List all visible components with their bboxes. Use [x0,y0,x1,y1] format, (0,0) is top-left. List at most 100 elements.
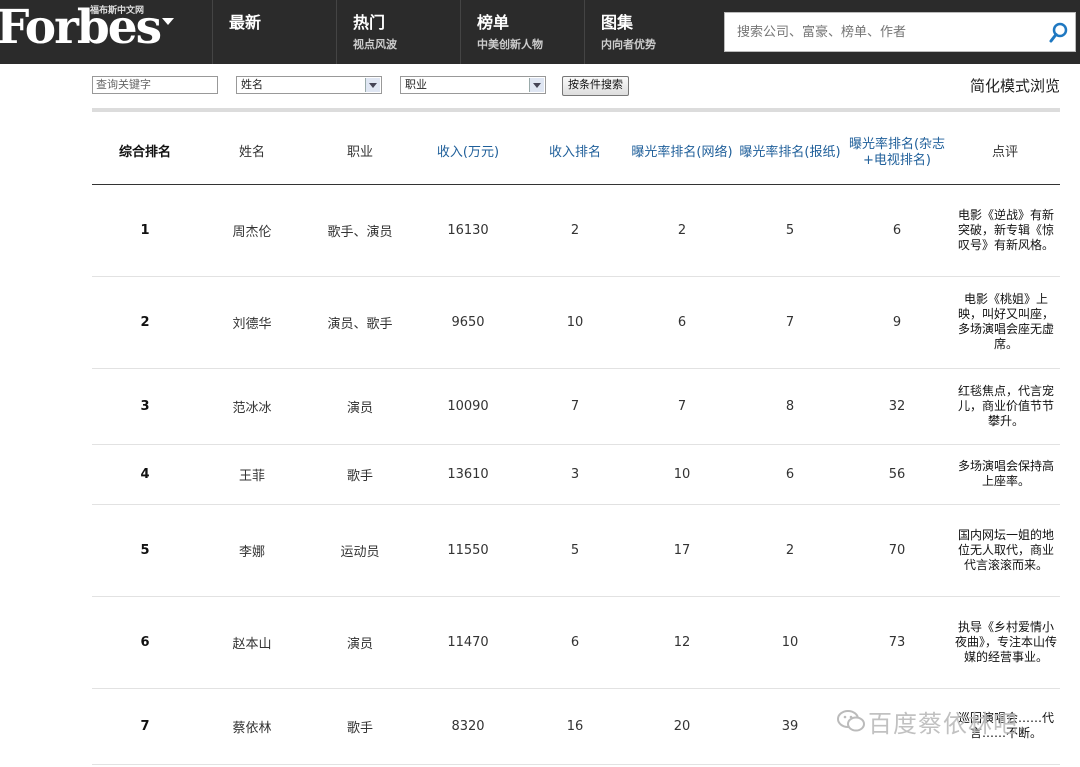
income-cell: 13610 [447,466,489,482]
income-rank-cell: 5 [570,542,580,558]
top-navigation-bar: Forbes 福布斯中文网 最新 热门 视点风波 榜单 中美创新人物 图集 内向… [0,0,1080,64]
exposure-net-cell: 6 [677,314,687,330]
name-cell: 蔡依林 [232,720,272,736]
exposure-net-cell: 12 [673,634,691,650]
watermark-text: 百度蔡依林吧 [868,710,1018,738]
job-select-value: 职业 [405,78,427,91]
column-header-overall-rank[interactable]: 综合排名 [92,122,198,184]
nav-title: 榜单 [477,13,510,32]
job-cell: 运动员 [340,544,380,560]
job-cell: 演员、歌手 [327,316,393,332]
name-cell: 王菲 [238,468,265,484]
rank-cell: 5 [140,542,150,558]
income-rank-cell: 10 [566,314,584,330]
job-cell: 歌手 [346,468,373,484]
search-by-condition-button[interactable]: 按条件搜索 [562,76,629,96]
nav-item-hot[interactable]: 热门 视点风波 [336,0,461,64]
name-select-value: 姓名 [241,78,263,91]
nav-title: 最新 [229,13,262,32]
exposure-paper-cell: 10 [781,634,799,650]
name-cell: 范冰冰 [232,400,272,416]
wechat-icon [837,710,865,732]
income-rank-cell: 16 [566,718,584,734]
search-input[interactable] [735,21,1029,43]
job-cell: 演员 [346,400,373,416]
exposure-mag-cell: 73 [888,634,906,650]
exposure-mag-cell: 32 [888,398,906,414]
exposure-paper-cell: 5 [785,222,795,238]
nav-item-gallery[interactable]: 图集 内向者优势 [584,0,709,64]
income-rank-cell: 2 [570,222,580,238]
column-header-income[interactable]: 收入(万元) [414,122,522,184]
rank-cell: 3 [140,398,150,414]
keyword-input[interactable]: 查询关键字 [92,76,218,94]
table-row: 4 王菲 歌手 13610 3 10 6 56 多场演唱会保持高上座率。 [92,444,1060,505]
exposure-paper-cell: 6 [785,466,795,482]
job-cell: 演员 [346,636,373,652]
column-header-exposure-paper[interactable]: 曝光率排名(报纸) [736,122,844,184]
column-header-income-rank[interactable]: 收入排名 [522,122,628,184]
exposure-mag-cell: 9 [892,314,902,330]
name-select[interactable]: 姓名 [236,76,382,94]
job-cell: 歌手 [346,720,373,736]
exposure-mag-cell: 70 [888,542,906,558]
table-header: 综合排名 姓名 职业 收入(万元) 收入排名 曝光率排名(网络) 曝光率排名(报… [92,122,1060,185]
exposure-net-cell: 7 [677,398,687,414]
exposure-net-cell: 20 [673,718,691,734]
income-cell: 10090 [447,398,489,414]
nav-subtitle: 中美创新人物 [477,38,543,51]
search-icon[interactable] [1049,22,1069,44]
income-cell: 11470 [447,634,489,650]
column-header-name[interactable]: 姓名 [198,122,306,184]
rank-cell: 7 [140,718,150,734]
nav-title: 热门 [353,13,386,32]
comment-cell: 国内网坛一姐的地位无人取代，商业代言滚滚而来。 [957,527,1054,572]
comment-cell: 多场演唱会保持高上座率。 [957,459,1054,488]
divider [92,108,1060,112]
filter-bar: 查询关键字 姓名 职业 按条件搜索 简化模式浏览 [92,72,1060,102]
exposure-paper-cell: 2 [785,542,795,558]
simple-mode-link[interactable]: 简化模式浏览 [970,75,1060,96]
comment-cell: 电影《逆战》有新突破，新专辑《惊叹号》有新风格。 [957,207,1054,252]
income-cell: 16130 [447,222,489,238]
income-cell: 11550 [447,542,489,558]
exposure-paper-cell: 7 [785,314,795,330]
exposure-mag-cell: 56 [888,466,906,482]
income-cell: 8320 [451,718,485,734]
exposure-net-cell: 17 [673,542,691,558]
exposure-mag-cell: 6 [892,222,902,238]
table-row: 3 范冰冰 演员 10090 7 7 8 32 红毯焦点，代言宠儿，商业价值节节… [92,368,1060,445]
column-header-exposure-net[interactable]: 曝光率排名(网络) [628,122,736,184]
chevron-down-icon[interactable] [162,18,174,25]
nav-item-lists[interactable]: 榜单 中美创新人物 [460,0,585,64]
income-rank-cell: 6 [570,634,580,650]
income-cell: 9650 [451,314,485,330]
column-header-job[interactable]: 职业 [306,122,414,184]
table-row: 2 刘德华 演员、歌手 9650 10 6 7 9 电影《桃姐》上映，叫好又叫座… [92,276,1060,369]
site-search-box[interactable] [724,12,1076,52]
logo-subtitle: 福布斯中文网 [90,6,145,16]
income-rank-cell: 3 [570,466,580,482]
chevron-down-icon[interactable] [365,78,380,92]
nav-subtitle: 内向者优势 [601,38,656,51]
nav-subtitle: 视点风波 [353,38,397,51]
exposure-net-cell: 10 [673,466,691,482]
nav-title: 图集 [601,13,634,32]
income-rank-cell: 7 [570,398,580,414]
table-row: 1 周杰伦 歌手、演员 16130 2 2 5 6 电影《逆战》有新突破，新专辑… [92,184,1060,277]
forbes-logo[interactable]: Forbes 福布斯中文网 [0,0,212,64]
exposure-net-cell: 2 [677,222,687,238]
table-row: 5 李娜 运动员 11550 5 17 2 70 国内网坛一姐的地位无人取代，商… [92,504,1060,597]
job-select[interactable]: 职业 [400,76,546,94]
nav-item-latest[interactable]: 最新 [212,0,337,64]
column-header-comment: 点评 [991,145,1018,160]
comment-cell: 红毯焦点，代言宠儿，商业价值节节攀升。 [957,383,1054,428]
comment-cell: 执导《乡村爱情小夜曲》，专注本山传媒的经营事业。 [954,619,1057,664]
rank-cell: 4 [140,466,150,482]
name-cell: 周杰伦 [232,224,272,240]
chevron-down-icon[interactable] [529,78,544,92]
name-cell: 赵本山 [232,636,272,652]
column-header-exposure-mag-tv[interactable]: 曝光率排名(杂志+电视排名) [844,122,950,184]
name-cell: 李娜 [238,544,265,560]
rank-cell: 1 [140,222,150,238]
